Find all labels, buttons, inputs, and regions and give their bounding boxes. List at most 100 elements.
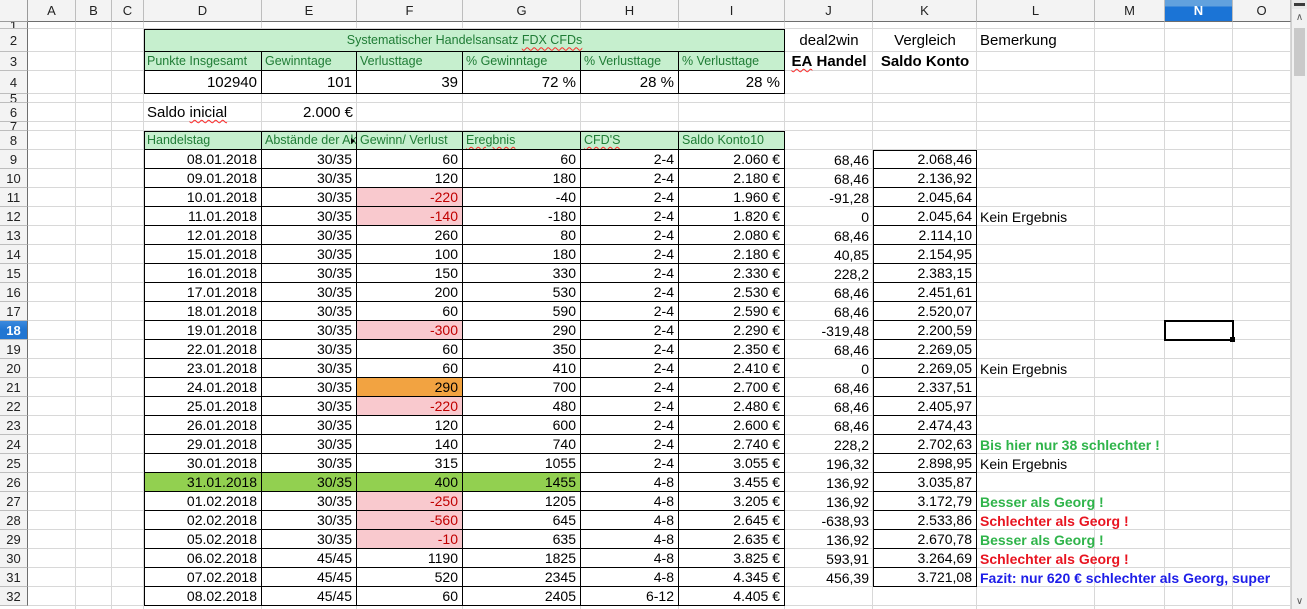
cell-E17[interactable]: 30/35 <box>262 302 357 321</box>
column-header-I[interactable]: I <box>679 0 785 22</box>
cell-F21[interactable]: 290 <box>357 378 463 397</box>
cell-E10[interactable]: 30/35 <box>262 169 357 188</box>
column-header-H[interactable]: H <box>581 0 679 22</box>
cell-K17[interactable]: 2.520,07 <box>873 302 977 321</box>
cell-F16[interactable]: 200 <box>357 283 463 302</box>
cell-D28[interactable]: 02.02.2018 <box>144 511 262 530</box>
cell-E27[interactable]: 30/35 <box>262 492 357 511</box>
cell-E11[interactable]: 30/35 <box>262 188 357 207</box>
cell-J24[interactable]: 228,2 <box>785 435 873 454</box>
cell-J26[interactable]: 136,92 <box>785 473 873 492</box>
cell-E13[interactable]: 30/35 <box>262 226 357 245</box>
cell-I11[interactable]: 1.960 € <box>679 188 785 207</box>
cell-F9[interactable]: 60 <box>357 150 463 169</box>
cell-E28[interactable]: 30/35 <box>262 511 357 530</box>
cell-D4[interactable]: 102940 <box>144 71 262 94</box>
cell-K20[interactable]: 2.269,05 <box>873 359 977 378</box>
cell-G10[interactable]: 180 <box>463 169 581 188</box>
cell-D18[interactable]: 19.01.2018 <box>144 321 262 340</box>
column-header-F[interactable]: F <box>357 0 463 22</box>
cell-H13[interactable]: 2-4 <box>581 226 679 245</box>
cell-F8[interactable]: Gewinn/ Verlust <box>357 131 463 150</box>
cell-K27[interactable]: 3.172,79 <box>873 492 977 511</box>
cell-G23[interactable]: 600 <box>463 416 581 435</box>
row-header-23[interactable]: 23 <box>0 416 28 435</box>
cell-E31[interactable]: 45/45 <box>262 568 357 587</box>
saldo-inicial-label-cell[interactable]: Saldo inicial <box>144 103 262 122</box>
cell-I32[interactable]: 4.405 € <box>679 587 785 606</box>
cell-F17[interactable]: 60 <box>357 302 463 321</box>
cell-F19[interactable]: 60 <box>357 340 463 359</box>
row-header-22[interactable]: 22 <box>0 397 28 416</box>
cell-E21[interactable]: 30/35 <box>262 378 357 397</box>
cell-E20[interactable]: 30/35 <box>262 359 357 378</box>
cell-L28-bemerkung[interactable]: Schlechter als Georg ! <box>977 511 1129 530</box>
cell-K13[interactable]: 2.114,10 <box>873 226 977 245</box>
cell-G17[interactable]: 590 <box>463 302 581 321</box>
select-all-corner[interactable] <box>0 0 28 22</box>
cell-G3[interactable]: % Gewinntage <box>463 52 581 71</box>
cell-E16[interactable]: 30/35 <box>262 283 357 302</box>
cell-H29[interactable]: 4-8 <box>581 530 679 549</box>
cell-D11[interactable]: 10.01.2018 <box>144 188 262 207</box>
cell-F14[interactable]: 100 <box>357 245 463 264</box>
split-handle[interactable] <box>1292 0 1307 9</box>
scroll-down-button[interactable]: ∨ <box>1292 593 1307 609</box>
cell-J20[interactable]: 0 <box>785 359 873 378</box>
cell-E9[interactable]: 30/35 <box>262 150 357 169</box>
cell-E26[interactable]: 30/35 <box>262 473 357 492</box>
column-header-A[interactable]: A <box>28 0 76 22</box>
cell-H18[interactable]: 2-4 <box>581 321 679 340</box>
cell-F29[interactable]: -10 <box>357 530 463 549</box>
row-header-24[interactable]: 24 <box>0 435 28 454</box>
cell-J15[interactable]: 228,2 <box>785 264 873 283</box>
cell-G27[interactable]: 1205 <box>463 492 581 511</box>
cell-K10[interactable]: 2.136,92 <box>873 169 977 188</box>
cell-G20[interactable]: 410 <box>463 359 581 378</box>
cell-K26[interactable]: 3.035,87 <box>873 473 977 492</box>
cell-K31[interactable]: 3.721,08 <box>873 568 977 587</box>
column-header-N[interactable]: N <box>1165 0 1233 22</box>
cell-I9[interactable]: 2.060 € <box>679 150 785 169</box>
cell-G4[interactable]: 72 % <box>463 71 581 94</box>
cell-E8[interactable]: Abstände der Aktie <box>262 131 357 150</box>
cell-E25[interactable]: 30/35 <box>262 454 357 473</box>
cell-H11[interactable]: 2-4 <box>581 188 679 207</box>
cell-D30[interactable]: 06.02.2018 <box>144 549 262 568</box>
row-header-4[interactable]: 4 <box>0 71 28 94</box>
cell-I4[interactable]: 28 % <box>679 71 785 94</box>
cell-J13[interactable]: 68,46 <box>785 226 873 245</box>
cell-H28[interactable]: 4-8 <box>581 511 679 530</box>
cell-K24[interactable]: 2.702,63 <box>873 435 977 454</box>
cell-I15[interactable]: 2.330 € <box>679 264 785 283</box>
cell-J18[interactable]: -319,48 <box>785 321 873 340</box>
column-header-J[interactable]: J <box>785 0 873 22</box>
cell-D25[interactable]: 30.01.2018 <box>144 454 262 473</box>
cell-E6[interactable]: 2.000 € <box>262 103 357 122</box>
cell-J27[interactable]: 136,92 <box>785 492 873 511</box>
cell-K25[interactable]: 2.898,95 <box>873 454 977 473</box>
column-header-K[interactable]: K <box>873 0 977 22</box>
cell-D12[interactable]: 11.01.2018 <box>144 207 262 226</box>
cell-L24-bemerkung[interactable]: Bis hier nur 38 schlechter ! <box>977 435 1160 454</box>
cell-G8[interactable]: Eregbnis <box>463 131 581 150</box>
cell-I29[interactable]: 2.635 € <box>679 530 785 549</box>
cell-I26[interactable]: 3.455 € <box>679 473 785 492</box>
scroll-up-button[interactable]: ∧ <box>1292 9 1307 26</box>
cell-F10[interactable]: 120 <box>357 169 463 188</box>
cell-L30-bemerkung[interactable]: Schlechter als Georg ! <box>977 549 1129 568</box>
cell-K18[interactable]: 2.200,59 <box>873 321 977 340</box>
cell-H10[interactable]: 2-4 <box>581 169 679 188</box>
row-header-5[interactable]: 5 <box>0 94 28 103</box>
cell-J25[interactable]: 196,32 <box>785 454 873 473</box>
cell-J14[interactable]: 40,85 <box>785 245 873 264</box>
cell-K19[interactable]: 2.269,05 <box>873 340 977 359</box>
cell-H24[interactable]: 2-4 <box>581 435 679 454</box>
cell-D14[interactable]: 15.01.2018 <box>144 245 262 264</box>
cell-D26[interactable]: 31.01.2018 <box>144 473 262 492</box>
cell-E14[interactable]: 30/35 <box>262 245 357 264</box>
row-header-25[interactable]: 25 <box>0 454 28 473</box>
row-header-29[interactable]: 29 <box>0 530 28 549</box>
cell-J11[interactable]: -91,28 <box>785 188 873 207</box>
cell-I31[interactable]: 4.345 € <box>679 568 785 587</box>
